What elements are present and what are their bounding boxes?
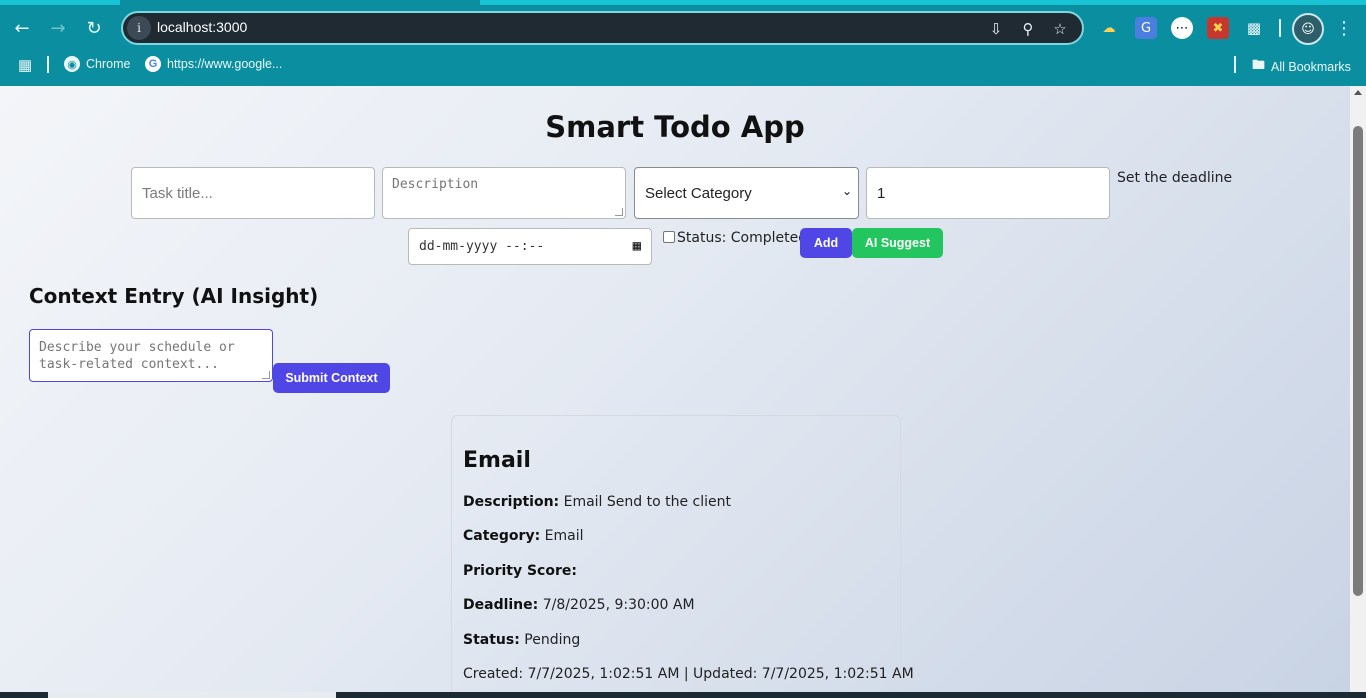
translate-extension-icon[interactable]: G	[1135, 17, 1157, 39]
calendar-icon[interactable]: ▦	[633, 238, 641, 254]
task-status-value: Pending	[524, 632, 581, 648]
extension-icon[interactable]: ⋯	[1171, 17, 1193, 39]
resize-handle[interactable]	[615, 208, 623, 216]
browser-menu-icon[interactable]: ⋮	[1334, 17, 1354, 39]
bookmark-chrome-label: Chrome	[86, 57, 131, 71]
folder-icon: 🖿	[1252, 57, 1266, 72]
priority-input-value: 1	[877, 184, 886, 202]
bookmarks-divider-right	[1234, 56, 1236, 73]
all-bookmarks-label: All Bookmarks	[1271, 60, 1351, 74]
bookmark-google[interactable]: G https://www.google...	[145, 56, 282, 72]
ai-suggest-button[interactable]: AI Suggest	[852, 228, 943, 258]
task-description-value: Email Send to the client	[563, 494, 731, 510]
taskbar-window[interactable]	[48, 692, 336, 698]
task-card: Email Description: Email Send to the cli…	[451, 415, 914, 692]
bookmark-star-icon[interactable]: ☆	[1049, 18, 1071, 40]
status-completed-label: Status: Completed	[677, 230, 808, 246]
bookmarks-divider	[47, 56, 49, 73]
task-deadline-label: Deadline:	[463, 597, 539, 613]
scroll-up-arrow-icon[interactable]	[1354, 90, 1362, 95]
task-status-label: Status:	[463, 632, 520, 648]
forward-icon[interactable]: →	[46, 16, 70, 40]
task-description-label: Description:	[463, 494, 560, 510]
site-info-icon[interactable]: i	[127, 16, 151, 40]
adblock-extension-icon[interactable]: ✖	[1207, 17, 1229, 39]
address-bar[interactable]: i localhost:3000 ⇩ ⚲ ☆	[121, 11, 1084, 45]
tab-strip	[0, 0, 1366, 5]
bookmark-google-label: https://www.google...	[167, 57, 283, 71]
task-description-row: Description: Email Send to the client	[463, 494, 731, 510]
os-taskbar	[0, 692, 1366, 698]
toolbar-divider	[1279, 19, 1281, 37]
browser-chrome: ← → ↻ i localhost:3000 ⇩ ⚲ ☆ ☁ G ⋯ ✖ ▩ ☺…	[0, 0, 1366, 86]
task-deadline-value: 7/8/2025, 9:30:00 AM	[542, 597, 695, 613]
description-textarea[interactable]: Description	[382, 167, 626, 219]
context-placeholder: Describe your schedule or task-related c…	[39, 340, 235, 372]
reload-icon[interactable]: ↻	[82, 16, 106, 40]
active-tab[interactable]	[120, 0, 480, 5]
task-title-input[interactable]: Task title...	[131, 167, 375, 219]
bookmarks-bar: ▦ ◉ Chrome G https://www.google... 🖿 All…	[0, 52, 1366, 78]
chrome-icon: ◉	[64, 56, 80, 72]
apps-grid-icon[interactable]: ▦	[18, 56, 32, 74]
scrollbar-thumb[interactable]	[1353, 126, 1363, 596]
install-app-icon[interactable]: ⇩	[985, 18, 1007, 40]
context-textarea[interactable]: Describe your schedule or task-related c…	[29, 329, 273, 382]
google-icon: G	[145, 56, 161, 72]
back-icon[interactable]: ←	[10, 16, 34, 40]
extensions-puzzle-icon[interactable]: ▩	[1243, 17, 1265, 39]
task-timestamps: Created: 7/7/2025, 1:02:51 AM | Updated:…	[463, 666, 914, 682]
task-priority-row: Priority Score:	[463, 563, 577, 579]
status-completed-checkbox[interactable]	[663, 231, 675, 243]
task-category-row: Category: Email	[463, 528, 583, 544]
task-priority-label: Priority Score:	[463, 563, 577, 579]
chevron-down-icon: ⌄	[842, 184, 853, 198]
task-category-value: Email	[544, 528, 584, 544]
task-deadline-row: Deadline: 7/8/2025, 9:30:00 AM	[463, 597, 695, 613]
deadline-datetime-input[interactable]: dd-mm-yyyy --:-- ▦	[408, 228, 652, 265]
url-text[interactable]: localhost:3000	[157, 19, 247, 35]
add-button[interactable]: Add	[800, 228, 852, 258]
zoom-icon[interactable]: ⚲	[1017, 18, 1039, 40]
task-category-label: Category:	[463, 528, 541, 544]
resize-handle[interactable]	[262, 371, 270, 379]
category-select-value: Select Category	[645, 184, 752, 202]
deadline-datetime-placeholder: dd-mm-yyyy --:--	[419, 239, 545, 254]
priority-input[interactable]: 1	[866, 167, 1110, 219]
deadline-label: Set the deadline	[1117, 170, 1233, 186]
weather-extension-icon[interactable]: ☁	[1098, 17, 1120, 39]
page-scrollbar[interactable]	[1350, 86, 1366, 692]
profile-avatar[interactable]: ☺	[1292, 13, 1324, 45]
description-placeholder: Description	[392, 177, 479, 192]
page-viewport: Smart Todo App Task title... Description…	[0, 86, 1350, 692]
category-select[interactable]: Select Category ⌄	[634, 167, 859, 219]
bookmark-chrome[interactable]: ◉ Chrome	[64, 56, 130, 72]
page-title: Smart Todo App	[545, 110, 805, 144]
context-entry-heading: Context Entry (AI Insight)	[29, 284, 319, 308]
task-card-title: Email	[463, 448, 531, 473]
task-status-row: Status: Pending	[463, 632, 580, 648]
all-bookmarks[interactable]: 🖿 All Bookmarks	[1252, 56, 1351, 78]
submit-context-button[interactable]: Submit Context	[273, 363, 390, 393]
task-title-placeholder: Task title...	[142, 184, 213, 202]
